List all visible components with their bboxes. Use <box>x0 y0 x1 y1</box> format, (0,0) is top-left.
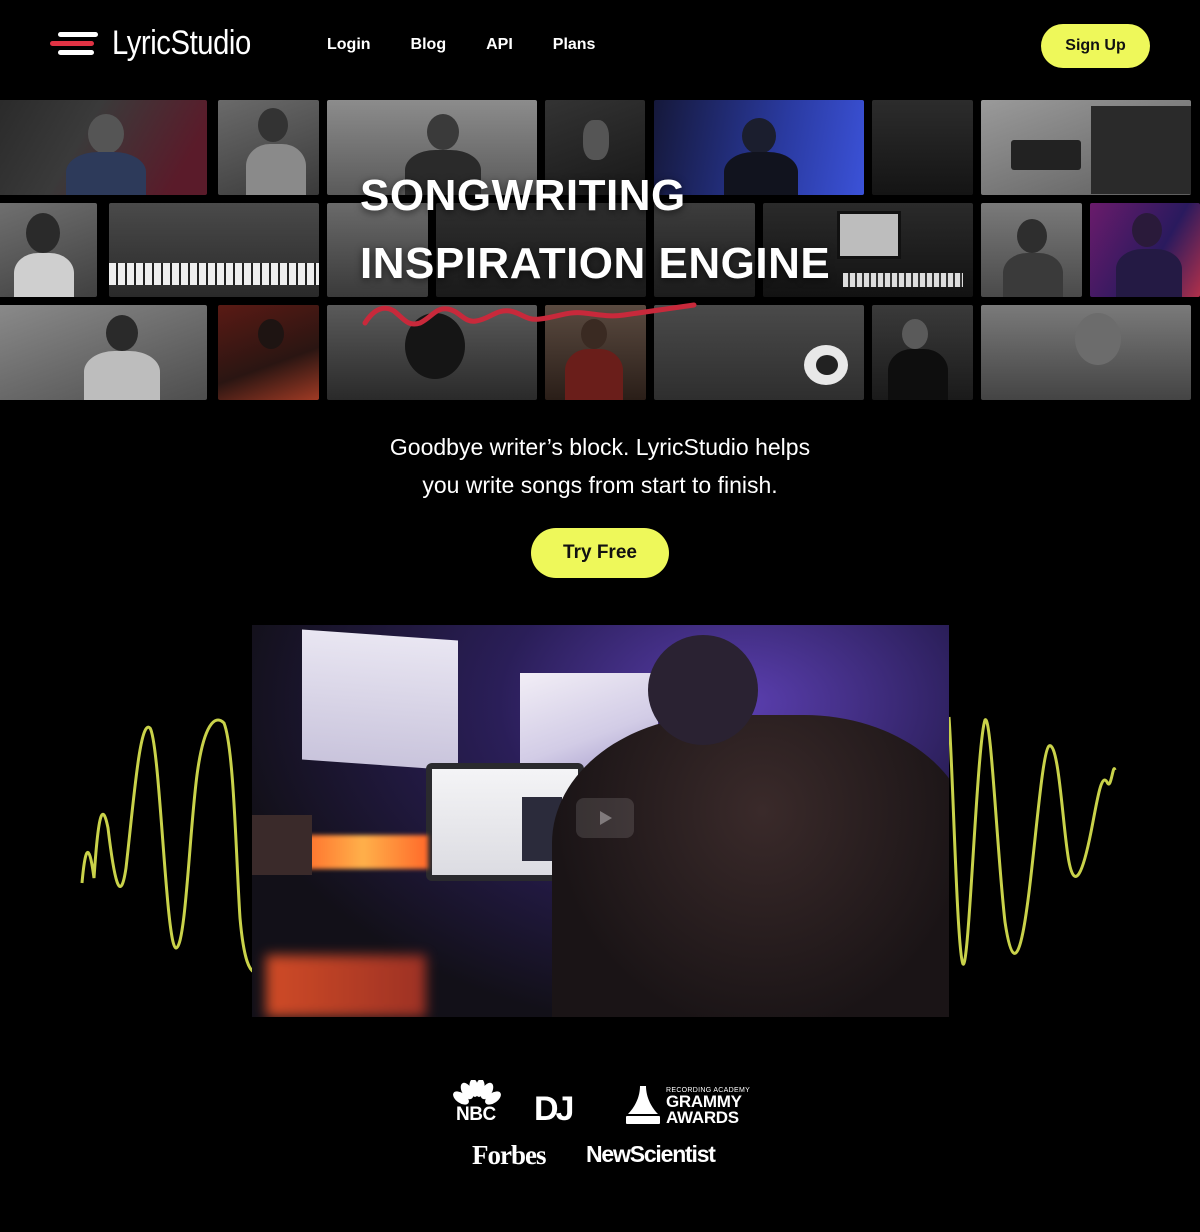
newscientist-logo: NewScientist <box>586 1141 716 1167</box>
sound-wave-left-icon <box>80 718 255 974</box>
nav-blog[interactable]: Blog <box>411 36 447 54</box>
sound-wave-right-icon <box>947 716 1117 966</box>
grammy-line-2: AWARDS <box>666 1108 739 1127</box>
main-nav: Login Blog API Plans <box>327 36 595 54</box>
forbes-logo: Forbes <box>472 1140 546 1170</box>
grammy-awards-logo: GRAMMY AWARDS <box>666 1093 742 1127</box>
nav-plans[interactable]: Plans <box>553 36 596 54</box>
try-free-button[interactable]: Try Free <box>531 528 669 578</box>
hero-title-line-1: SONGWRITING <box>360 171 686 220</box>
brand-logo[interactable]: LyricStudio <box>50 24 273 63</box>
photo-tile <box>981 305 1191 400</box>
photo-tile <box>218 100 319 195</box>
site-header: LyricStudio Login Blog API Plans Sign Up <box>0 0 1200 92</box>
nav-login[interactable]: Login <box>327 36 371 54</box>
play-icon <box>600 811 612 825</box>
sign-up-button[interactable]: Sign Up <box>1041 24 1150 68</box>
play-button[interactable] <box>576 798 634 838</box>
hero-subtitle: Goodbye writer’s block. LyricStudio help… <box>300 428 900 504</box>
brand-name: LyricStudio <box>112 24 251 62</box>
hero-title: SONGWRITING INSPIRATION ENGINE <box>360 162 830 298</box>
hero-subtitle-line-1: Goodbye writer’s block. LyricStudio help… <box>389 434 811 460</box>
photo-tile <box>109 203 319 297</box>
photo-tile <box>1090 203 1200 297</box>
nav-api[interactable]: API <box>486 36 513 54</box>
photo-tile <box>0 100 207 195</box>
grammy-gramophone-icon <box>626 1086 660 1124</box>
nbc-logo: NBC <box>456 1104 496 1125</box>
photo-tile <box>0 305 207 400</box>
hero-subtitle-line-2: you write songs from start to finish. <box>422 472 778 498</box>
photo-tile <box>872 305 973 400</box>
squiggle-underline-icon <box>362 302 697 327</box>
photo-tile <box>218 305 319 400</box>
photo-tile <box>981 203 1082 297</box>
dj-logo: DJ <box>534 1090 575 1128</box>
logo-mark-icon <box>50 26 98 62</box>
photo-tile <box>872 100 973 195</box>
photo-tile <box>981 100 1191 195</box>
photo-tile <box>0 203 97 297</box>
hero-title-line-2: INSPIRATION ENGINE <box>360 239 831 288</box>
